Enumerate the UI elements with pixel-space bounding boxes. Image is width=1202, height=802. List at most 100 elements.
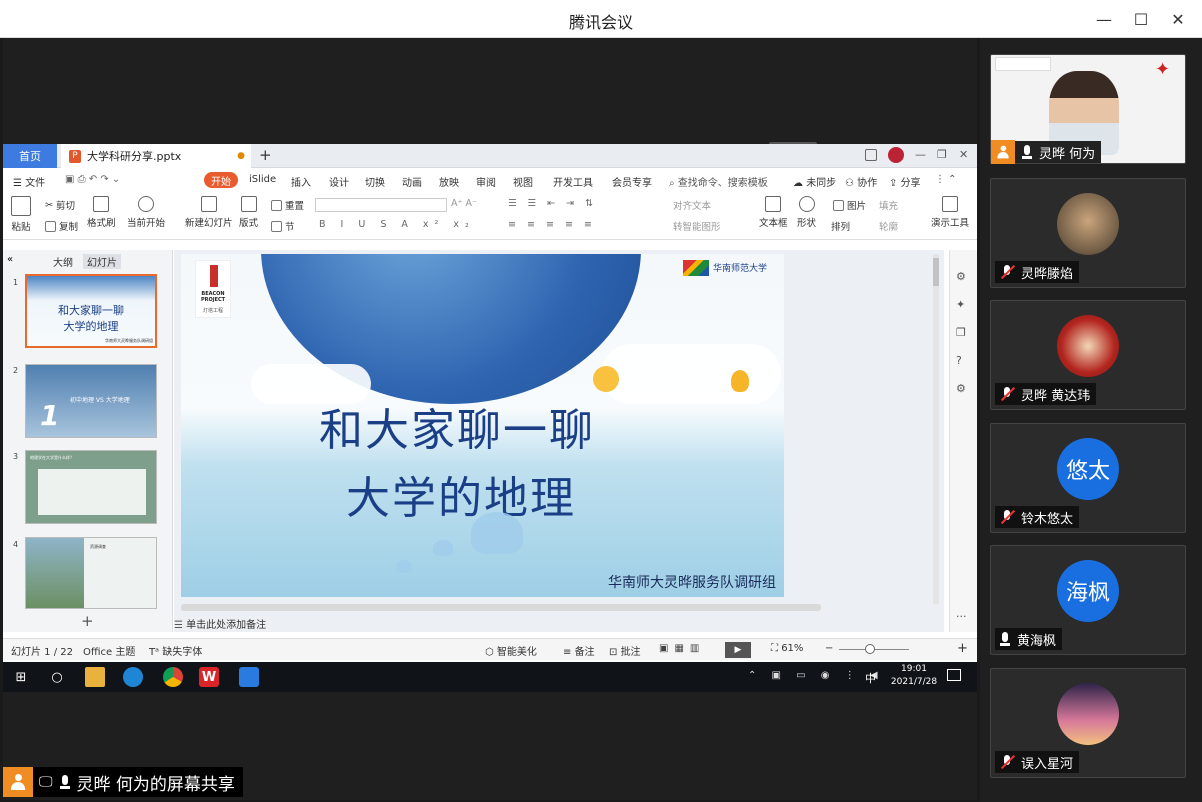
copy-button[interactable]: 复制 bbox=[45, 219, 78, 233]
menu-slideshow[interactable]: 放映 bbox=[439, 174, 459, 189]
alignment-buttons[interactable]: ≡ ≡ ≡ ≡ ≡ bbox=[508, 219, 596, 230]
paste-button[interactable]: 粘贴 bbox=[11, 196, 31, 233]
help-icon[interactable]: ? bbox=[956, 354, 962, 367]
ime-indicator[interactable]: 中 bbox=[865, 670, 876, 686]
share-button[interactable]: ⇪ 分享 bbox=[889, 174, 921, 189]
paragraph-buttons[interactable]: ☰ ☰ ⇤ ⇥ ⇅ bbox=[508, 198, 597, 209]
comments-button[interactable]: ⊡ 批注 bbox=[609, 643, 641, 658]
arrange-button[interactable]: 排列 bbox=[831, 219, 850, 233]
notes-button[interactable]: ≡ 备注 bbox=[563, 643, 595, 658]
participant-card[interactable]: ✦ 灵晔 何为 bbox=[990, 54, 1186, 164]
add-slide-icon[interactable]: + bbox=[81, 612, 94, 630]
wps-close-icon[interactable]: ✕ bbox=[959, 148, 968, 161]
picture-button[interactable]: 图片 bbox=[833, 198, 866, 212]
slide-1-main[interactable]: BEACON PROJECT 灯塔工程 华南师范大学 和大家聊一聊 大学的地理 … bbox=[181, 254, 784, 597]
tab-slides[interactable]: 幻灯片 bbox=[83, 254, 121, 269]
layout-button[interactable]: 版式 bbox=[239, 196, 258, 229]
participant-card[interactable]: 误入星河 bbox=[990, 668, 1186, 778]
zoom-slider-thumb[interactable] bbox=[865, 644, 875, 654]
more-icon[interactable]: ⋮ ⌃ bbox=[935, 174, 957, 185]
section-button[interactable]: 节 bbox=[271, 219, 295, 233]
windows-start-icon[interactable]: ⊞ bbox=[11, 667, 31, 687]
fill-button[interactable]: 填充 bbox=[879, 198, 898, 212]
participant-card[interactable]: 悠太 铃木悠太 bbox=[990, 423, 1186, 533]
collapse-panel-icon[interactable]: « bbox=[7, 254, 13, 265]
clock[interactable]: 19:01 2021/7/28 bbox=[887, 663, 941, 689]
vertical-scrollbar[interactable] bbox=[933, 254, 939, 604]
cut-button[interactable]: ✂ 剪切 bbox=[45, 198, 75, 213]
new-tab-icon[interactable]: + bbox=[259, 146, 272, 164]
font-style-buttons[interactable]: B I U S A x² x₂ bbox=[319, 219, 475, 230]
edge-icon[interactable] bbox=[123, 667, 143, 687]
slide-thumb-3[interactable]: 地理学在大学是什么样？ bbox=[25, 450, 157, 524]
chrome-icon[interactable] bbox=[163, 667, 183, 687]
minimize-icon[interactable]: — bbox=[1091, 6, 1117, 32]
command-search[interactable]: ⌕ 查找命令、搜索模板 bbox=[669, 174, 768, 189]
play-slideshow-icon[interactable]: ▶ bbox=[725, 642, 751, 658]
user-avatar[interactable] bbox=[888, 147, 904, 163]
missing-font[interactable]: Tᵃ 缺失字体 bbox=[149, 643, 202, 658]
zoom-in-icon[interactable]: + bbox=[957, 641, 968, 656]
menu-developer[interactable]: 开发工具 bbox=[553, 174, 593, 189]
file-explorer-icon[interactable] bbox=[85, 667, 105, 687]
outline-button[interactable]: 轮廓 bbox=[879, 219, 898, 233]
scrollbar-thumb[interactable] bbox=[933, 258, 939, 286]
maximize-icon[interactable]: ☐ bbox=[1128, 6, 1154, 32]
menu-islide[interactable]: iSlide bbox=[249, 174, 276, 185]
zoom-level[interactable]: ⛶ 61% bbox=[771, 643, 803, 654]
smart-beautify-button[interactable]: ⬡ 智能美化 bbox=[485, 643, 537, 658]
wps-restore-icon[interactable]: ❐ bbox=[937, 148, 947, 161]
menu-design[interactable]: 设计 bbox=[329, 174, 349, 189]
start-from-current-button[interactable]: 当前开始 bbox=[127, 196, 165, 229]
tencent-meeting-icon[interactable] bbox=[239, 667, 259, 687]
collaborate-button[interactable]: ⚇ 协作 bbox=[845, 174, 877, 189]
slide-thumb-2[interactable]: 初中地理 VS 大学地理 1 bbox=[25, 364, 157, 438]
wps-minimize-icon[interactable]: — bbox=[915, 148, 926, 161]
quick-access-icons[interactable]: ▣ ⎙ ↶ ↷ ⌄ bbox=[65, 174, 120, 185]
participant-card[interactable]: 海枫 黄海枫 bbox=[990, 545, 1186, 655]
copy-slide-icon[interactable]: ❐ bbox=[956, 326, 966, 339]
shape-button[interactable]: 形状 bbox=[797, 196, 816, 229]
tab-home[interactable]: 首页 bbox=[3, 144, 57, 168]
tab-outline[interactable]: 大纲 bbox=[53, 254, 73, 269]
new-slide-button[interactable]: 新建幻灯片 bbox=[185, 196, 233, 229]
horizontal-scrollbar[interactable] bbox=[181, 604, 821, 611]
close-icon[interactable]: ✕ bbox=[1165, 6, 1191, 32]
menu-vip[interactable]: 会员专享 bbox=[612, 174, 652, 189]
smartart-button[interactable]: 转智能图形 bbox=[673, 219, 721, 233]
settings-icon[interactable]: ⚙ bbox=[956, 382, 966, 395]
more-tools-icon[interactable]: ··· bbox=[956, 610, 967, 623]
sync-status[interactable]: ☁ 未同步 bbox=[793, 174, 836, 189]
zoom-out-icon[interactable]: − bbox=[825, 643, 833, 654]
system-tray-icons[interactable]: ⌃ ▣ ▭ ◉ ⋮ ◀ bbox=[748, 670, 884, 681]
font-size-icons[interactable]: A⁺ A⁻ bbox=[451, 198, 477, 209]
reset-button[interactable]: 重置 bbox=[271, 198, 304, 212]
menu-insert[interactable]: 插入 bbox=[291, 174, 311, 189]
align-text-button[interactable]: 对齐文本 bbox=[673, 198, 711, 212]
slide-thumb-1[interactable]: 和大家聊一聊 大学的地理 华南师大灵晔服务队调研组 bbox=[25, 274, 157, 348]
menu-file[interactable]: ☰ 文件 bbox=[13, 174, 45, 189]
menu-start[interactable]: 开始 bbox=[204, 172, 238, 188]
reset-label: 重置 bbox=[285, 201, 305, 212]
format-painter-button[interactable]: 格式刷 bbox=[87, 196, 116, 229]
tab-document[interactable]: P 大学科研分享.pptx ● bbox=[61, 144, 251, 168]
presentation-tools-button[interactable]: 演示工具 bbox=[931, 196, 969, 229]
magic-icon[interactable]: ✦ bbox=[956, 298, 965, 311]
textbox-button[interactable]: 文本框 bbox=[759, 196, 788, 229]
cortana-icon[interactable]: ○ bbox=[47, 667, 67, 687]
menu-view[interactable]: 视图 bbox=[513, 174, 533, 189]
menu-review[interactable]: 审阅 bbox=[476, 174, 496, 189]
notes-bar[interactable]: ☰ 单击此处添加备注 bbox=[174, 616, 949, 632]
notification-icon[interactable] bbox=[947, 669, 961, 681]
wps-icon[interactable]: W bbox=[199, 667, 219, 687]
menu-transition[interactable]: 切换 bbox=[365, 174, 385, 189]
participant-card[interactable]: 灵晔滕焰 bbox=[990, 178, 1186, 288]
window-layout-icon[interactable] bbox=[865, 149, 877, 161]
properties-icon[interactable]: ⚙ bbox=[956, 270, 966, 283]
font-family-select[interactable] bbox=[315, 198, 447, 212]
theme-name[interactable]: Office 主题 bbox=[83, 643, 135, 658]
participant-card[interactable]: 灵晔 黄达玮 bbox=[990, 300, 1186, 410]
slide-thumb-4[interactable]: 资源调查 bbox=[25, 537, 157, 609]
menu-animation[interactable]: 动画 bbox=[402, 174, 422, 189]
view-mode-icons[interactable]: ▣▦▥ bbox=[659, 643, 705, 654]
